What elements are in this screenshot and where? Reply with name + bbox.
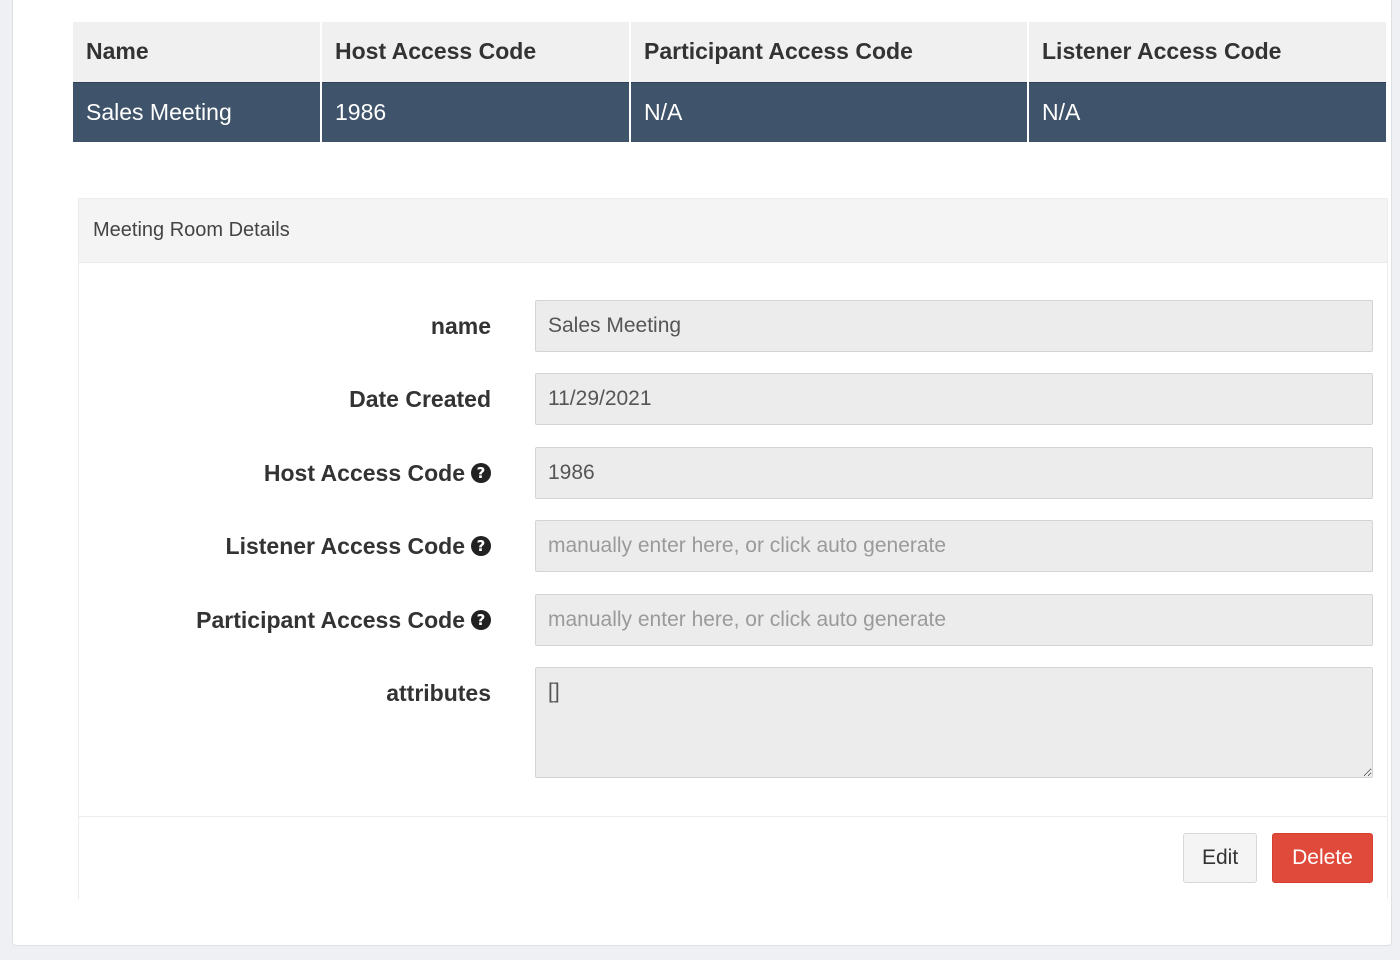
meeting-room-details-panel: Meeting Room Details name Date Created H… bbox=[78, 198, 1388, 899]
table-row[interactable]: Sales Meeting 1986 N/A N/A bbox=[73, 81, 1386, 142]
question-circle-icon[interactable]: ? bbox=[471, 463, 491, 483]
host-access-code-label-text: Host Access Code bbox=[263, 460, 465, 486]
question-circle-icon[interactable]: ? bbox=[471, 610, 491, 630]
participant-access-code-field[interactable] bbox=[535, 594, 1373, 646]
date-created-label-text: Date Created bbox=[349, 386, 491, 412]
attributes-textarea[interactable]: [] bbox=[535, 667, 1373, 778]
form-row-date-created: Date Created bbox=[79, 373, 1389, 425]
edit-button[interactable]: Edit bbox=[1183, 833, 1257, 883]
participant-access-code-label-text: Participant Access Code bbox=[196, 607, 465, 633]
date-created-label: Date Created bbox=[349, 373, 491, 425]
form-row-name: name bbox=[79, 300, 1389, 352]
listener-access-code-field[interactable] bbox=[535, 520, 1373, 572]
listener-access-code-label: Listener Access Code ? bbox=[226, 520, 491, 572]
form-row-participant-access-code: Participant Access Code ? bbox=[79, 594, 1389, 646]
cell-participant-access-code: N/A bbox=[630, 81, 1029, 142]
name-field[interactable] bbox=[535, 300, 1373, 352]
page-card: Name Host Access Code Participant Access… bbox=[12, 0, 1392, 946]
question-circle-icon[interactable]: ? bbox=[471, 536, 491, 556]
meeting-rooms-table: Name Host Access Code Participant Access… bbox=[73, 22, 1386, 142]
host-access-code-field[interactable] bbox=[535, 447, 1373, 499]
panel-footer: Edit Delete bbox=[79, 816, 1387, 899]
column-header-name[interactable]: Name bbox=[73, 22, 322, 82]
name-label-text: name bbox=[430, 313, 491, 339]
date-created-field[interactable] bbox=[535, 373, 1373, 425]
host-access-code-label: Host Access Code ? bbox=[264, 447, 491, 499]
participant-access-code-label: Participant Access Code ? bbox=[196, 594, 491, 646]
form-row-listener-access-code: Listener Access Code ? bbox=[79, 520, 1389, 572]
column-header-host-access-code[interactable]: Host Access Code bbox=[321, 22, 631, 82]
form-row-attributes: attributes [] bbox=[79, 667, 1389, 778]
panel-heading: Meeting Room Details bbox=[79, 199, 1387, 263]
attributes-label-text: attributes bbox=[386, 680, 491, 706]
name-label: name bbox=[431, 300, 491, 352]
cell-listener-access-code: N/A bbox=[1028, 81, 1386, 142]
delete-button[interactable]: Delete bbox=[1272, 833, 1373, 883]
column-header-listener-access-code[interactable]: Listener Access Code bbox=[1028, 22, 1386, 82]
cell-name: Sales Meeting bbox=[73, 81, 322, 142]
form-row-host-access-code: Host Access Code ? bbox=[79, 447, 1389, 499]
attributes-label: attributes bbox=[386, 667, 491, 719]
table-header-row: Name Host Access Code Participant Access… bbox=[73, 22, 1386, 82]
cell-host-access-code: 1986 bbox=[321, 81, 631, 142]
listener-access-code-label-text: Listener Access Code bbox=[225, 533, 465, 559]
column-header-participant-access-code[interactable]: Participant Access Code bbox=[630, 22, 1029, 82]
